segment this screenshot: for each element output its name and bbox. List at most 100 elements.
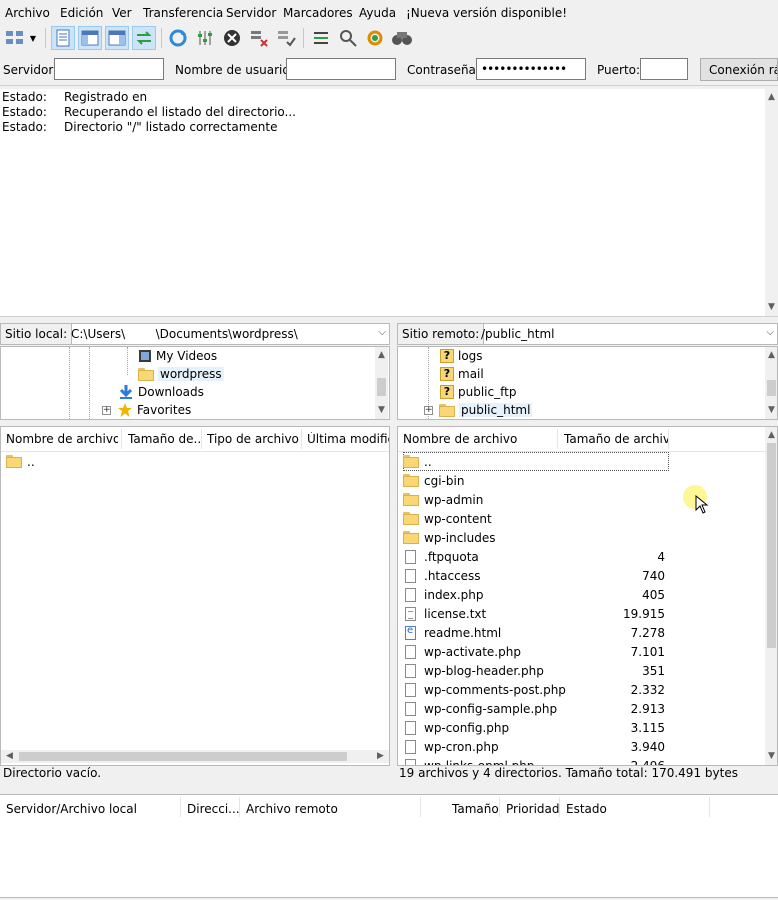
scroll-up-icon[interactable]: ▲ (375, 349, 388, 362)
username-input[interactable] (286, 58, 396, 80)
menu-marcadores[interactable]: Marcadores (283, 6, 353, 20)
toggle-remote-tree-icon[interactable] (105, 26, 129, 50)
table-row[interactable]: .ftpquota 4 (403, 547, 669, 566)
col-filetype[interactable]: Tipo de archivo (207, 432, 301, 446)
table-row[interactable]: wp-cron.php 3.940 (403, 737, 669, 756)
chevron-down-icon[interactable]: ⌵ (378, 327, 386, 338)
text-file-icon (405, 606, 416, 621)
table-row[interactable]: wp-links-opml.php 2.496 (403, 756, 669, 765)
local-list-hscrollbar[interactable]: ◀ ▶ (1, 750, 389, 763)
site-manager-icon[interactable] (3, 26, 27, 50)
toggle-queue-icon[interactable] (132, 26, 156, 50)
tree-item-downloads[interactable]: Downloads (118, 383, 204, 401)
expand-icon[interactable]: + (424, 405, 433, 415)
local-site-path[interactable]: C:\Users\ \Documents\wordpress\ (71, 327, 298, 341)
table-row[interactable]: index.php 405 (403, 585, 669, 604)
file-icon (405, 644, 416, 659)
col-remote-file[interactable]: Archivo remoto (246, 802, 338, 816)
table-row[interactable]: wp-admin (403, 490, 669, 509)
col-status[interactable]: Estado (566, 802, 607, 816)
table-row[interactable]: readme.html 7.278 (403, 623, 669, 642)
col-priority[interactable]: Prioridad (506, 802, 560, 816)
process-queue-icon[interactable] (193, 26, 217, 50)
col-filename[interactable]: Nombre de archivo (403, 432, 553, 446)
local-file-list: Nombre de archivo Tamaño de... Tipo de a… (0, 426, 390, 766)
table-row[interactable]: cgi-bin (403, 471, 669, 490)
col-modified[interactable]: Última modifica (307, 432, 389, 446)
tree-item-logs[interactable]: ? logs (440, 347, 483, 365)
tree-item-public-html[interactable]: + public_html (424, 401, 533, 419)
disconnect-icon[interactable] (247, 26, 271, 50)
col-filename[interactable]: Nombre de archivo (6, 432, 118, 446)
directory-filter-icon[interactable] (309, 26, 333, 50)
menu-edicion[interactable]: Edición (60, 6, 103, 20)
scroll-up-icon[interactable]: ▲ (765, 91, 778, 104)
col-local-file[interactable]: Servidor/Archivo local (6, 802, 137, 816)
table-row[interactable]: .htaccess 740 (403, 566, 669, 585)
table-row[interactable]: wp-config.php 3.115 (403, 718, 669, 737)
menu-ayuda[interactable]: Ayuda (359, 6, 396, 20)
port-input[interactable] (640, 58, 688, 80)
unknown-folder-icon: ? (440, 349, 454, 363)
port-label: Puerto: (597, 63, 641, 77)
compare-icon[interactable] (336, 26, 360, 50)
tree-item-mail[interactable]: ? mail (440, 365, 484, 383)
table-row[interactable]: wp-content (403, 509, 669, 528)
scroll-down-icon[interactable]: ▼ (375, 404, 388, 417)
remote-tree-scrollbar[interactable]: ▲ ▼ (765, 347, 777, 419)
table-row[interactable]: wp-blog-header.php 351 (403, 661, 669, 680)
menu-ver[interactable]: Ver (112, 6, 132, 20)
table-row[interactable]: license.txt 19.915 (403, 604, 669, 623)
table-row[interactable]: wp-activate.php 7.101 (403, 642, 669, 661)
file-size: 2.332 (630, 682, 665, 697)
log-scrollbar[interactable]: ▲ ▼ (765, 89, 778, 316)
refresh-icon[interactable] (166, 26, 190, 50)
menu-transferencia[interactable]: Transferencia (143, 6, 223, 20)
file-size: 7.278 (630, 625, 665, 640)
table-row[interactable]: wp-comments-post.php 2.332 (403, 680, 669, 699)
expand-icon[interactable]: + (102, 405, 111, 415)
search-icon[interactable] (390, 26, 414, 50)
host-input[interactable] (54, 58, 164, 80)
quickconnect-button[interactable]: Conexión ráp (700, 58, 778, 81)
remote-site-bar: Sitio remoto: /public_html ⌵ (397, 323, 778, 345)
local-tree-scrollbar[interactable]: ▲ ▼ (375, 347, 388, 419)
scroll-right-icon[interactable]: ▶ (374, 750, 387, 763)
scroll-up-icon[interactable]: ▲ (765, 349, 777, 362)
scroll-up-icon[interactable]: ▲ (765, 429, 777, 442)
col-size[interactable]: Tamaño (452, 802, 499, 816)
col-filesize[interactable]: Tamaño de... (128, 432, 200, 446)
file-icon (405, 682, 416, 697)
cancel-icon[interactable] (220, 26, 244, 50)
col-direction[interactable]: Direcci... (187, 802, 240, 816)
menu-servidor[interactable]: Servidor (226, 6, 276, 20)
password-label: Contraseña: (407, 63, 480, 77)
menu-nueva-version[interactable]: ¡Nueva versión disponible! (406, 6, 567, 20)
menu-archivo[interactable]: Archivo (5, 6, 50, 20)
scroll-left-icon[interactable]: ◀ (3, 750, 16, 763)
sync-browse-icon[interactable] (363, 26, 387, 50)
list-item[interactable]: .. (6, 452, 35, 471)
remote-list-scrollbar[interactable]: ▲ ▼ (765, 427, 777, 765)
reconnect-icon[interactable] (274, 26, 298, 50)
local-tree: My Videos wordpress Downloads + Favorite… (0, 346, 390, 420)
scroll-down-icon[interactable]: ▼ (765, 750, 777, 763)
site-manager-dropdown-icon[interactable]: ▼ (26, 26, 40, 50)
toggle-message-log-icon[interactable] (51, 26, 75, 50)
col-filesize[interactable]: Tamaño de archivo (564, 432, 668, 446)
tree-item-favorites[interactable]: + Favorites (102, 401, 191, 419)
table-row[interactable]: wp-config-sample.php 2.913 (403, 699, 669, 718)
toggle-local-tree-icon[interactable] (78, 26, 102, 50)
tree-item-public-ftp[interactable]: ? public_ftp (440, 383, 516, 401)
table-row[interactable]: wp-includes (403, 528, 669, 547)
scroll-down-icon[interactable]: ▼ (765, 404, 777, 417)
remote-site-path[interactable]: /public_html (481, 327, 554, 341)
file-size: 740 (642, 568, 665, 583)
chevron-down-icon[interactable]: ⌵ (766, 327, 774, 338)
tree-item-wordpress[interactable]: wordpress (138, 365, 224, 383)
password-input[interactable]: •••••••••••••• (476, 58, 586, 80)
scroll-down-icon[interactable]: ▼ (765, 301, 778, 314)
file-icon (405, 758, 416, 765)
tree-item-my-videos[interactable]: My Videos (138, 347, 217, 365)
table-row[interactable]: .. (403, 452, 669, 471)
